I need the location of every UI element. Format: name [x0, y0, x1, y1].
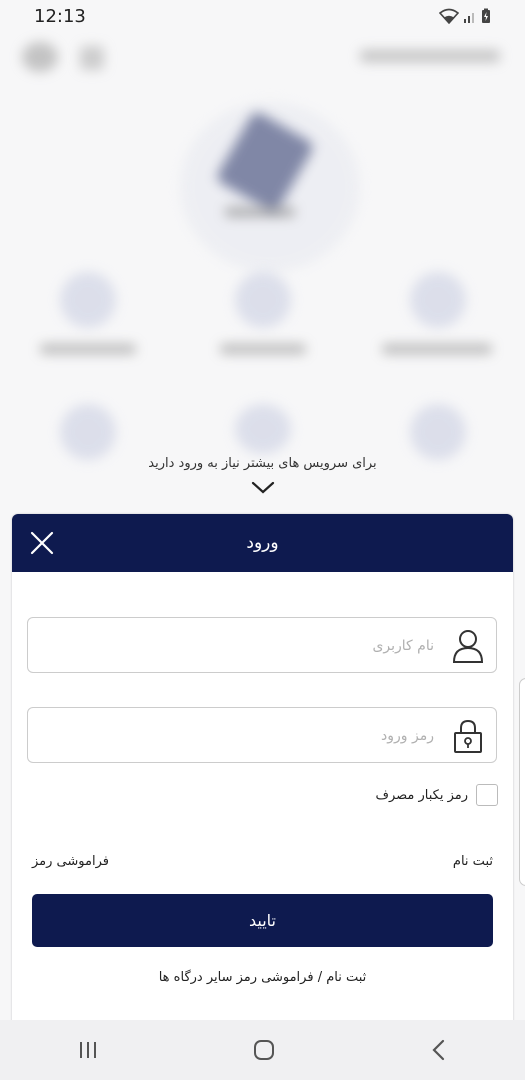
blurred-service-icon: [410, 272, 466, 328]
blurred-service-icon: [410, 404, 466, 460]
close-icon[interactable]: [30, 531, 54, 555]
recents-icon[interactable]: [76, 1039, 100, 1061]
blurred-service-icon: [235, 272, 291, 328]
status-time: 12:13: [34, 5, 86, 27]
home-icon[interactable]: [252, 1038, 276, 1062]
status-icons: [439, 8, 491, 24]
blurred-service-label: [382, 344, 492, 354]
confirm-button[interactable]: تایید: [32, 894, 493, 947]
login-required-hint: برای سرویس های بیشتر نیاز به ورود دارید: [148, 456, 377, 471]
login-sheet-header: ورود: [12, 514, 513, 572]
edge-panel-handle[interactable]: [519, 678, 525, 886]
signal-icon: [464, 13, 474, 23]
blurred-header-text: [360, 50, 500, 62]
blurred-bell-icon: [80, 46, 104, 70]
blurred-service-icon: [60, 272, 116, 328]
password-input[interactable]: [42, 708, 436, 764]
wifi-icon: [439, 8, 459, 24]
blurred-background: [0, 32, 525, 520]
lock-icon: [452, 718, 484, 758]
back-icon[interactable]: [429, 1038, 449, 1062]
otp-option[interactable]: رمز یکبار مصرف: [375, 784, 498, 806]
blurred-service-icon: [60, 404, 116, 460]
blurred-service-label: [40, 344, 136, 354]
status-bar: 12:13: [0, 0, 525, 32]
blurred-service-icon: [235, 404, 291, 454]
user-icon: [452, 628, 484, 668]
forgot-password-link[interactable]: فراموشی رمز: [32, 854, 109, 869]
otp-label: رمز یکبار مصرف: [375, 787, 468, 803]
login-sheet: ورود رمز یکبار مصرف فراموشی رمز ثبت نام …: [12, 514, 513, 1034]
blurred-logo-text: [225, 207, 295, 217]
login-title: ورود: [246, 533, 279, 553]
blurred-service-label: [220, 344, 306, 354]
blurred-menu-icon: [22, 42, 58, 72]
username-field[interactable]: [27, 617, 497, 674]
password-field[interactable]: [27, 707, 497, 764]
otp-checkbox[interactable]: [476, 784, 498, 806]
username-input[interactable]: [42, 618, 436, 674]
battery-icon: [482, 8, 490, 23]
system-nav-bar: [0, 1020, 525, 1080]
chevron-down-icon[interactable]: [250, 480, 276, 496]
register-link[interactable]: ثبت نام: [453, 854, 493, 869]
other-portals-link[interactable]: ثبت نام / فراموشی رمز سایر درگاه ها: [12, 970, 513, 985]
